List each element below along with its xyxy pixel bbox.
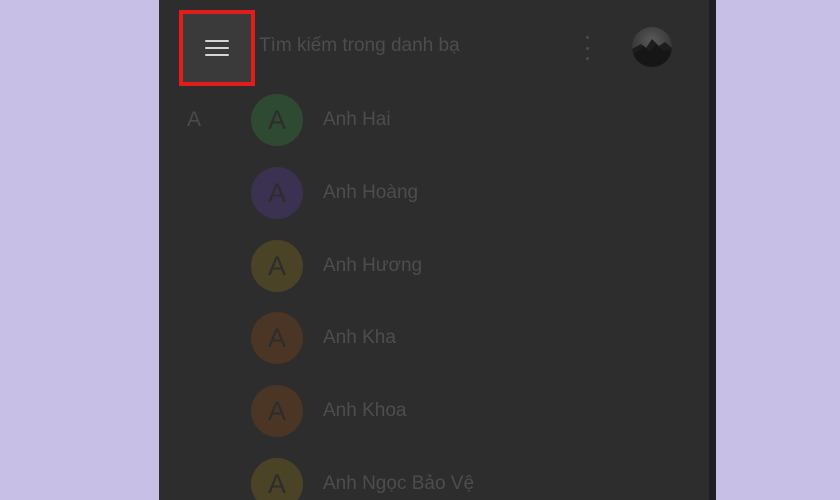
search-input[interactable] [259,28,559,64]
contact-item[interactable]: A Anh Khoa [251,384,691,438]
phone-frame-edge [709,0,716,500]
contact-avatar: A [251,240,303,292]
contact-item[interactable]: A Anh Hương [251,239,691,293]
contact-avatar: A [251,94,303,146]
contact-name: Anh Khoa [323,400,407,421]
contact-item[interactable]: A Anh Hoàng [251,166,691,220]
phone-screen: A A Anh Hai A Anh Hoàng A Anh Hương A An… [159,0,715,500]
menu-button[interactable] [179,10,255,86]
contact-avatar: A [251,458,303,500]
contact-name: Anh Hoàng [323,182,419,203]
contact-item[interactable]: A Anh Kha [251,311,691,365]
contact-name: Anh Hai [323,109,391,130]
hamburger-menu-icon [205,40,229,56]
section-letter: A [187,108,202,131]
contact-name: Anh Hương [323,255,423,276]
contact-name: Anh Ngọc Bảo Vệ [323,473,475,494]
contact-avatar: A [251,167,303,219]
contact-name: Anh Kha [323,327,396,348]
contact-avatar: A [251,312,303,364]
contact-avatar: A [251,385,303,437]
contact-item[interactable]: A Anh Hai [251,93,691,147]
contact-item[interactable]: A Anh Ngọc Bảo Vệ [251,457,691,500]
more-options-icon[interactable] [579,36,595,60]
profile-avatar[interactable] [632,27,672,67]
